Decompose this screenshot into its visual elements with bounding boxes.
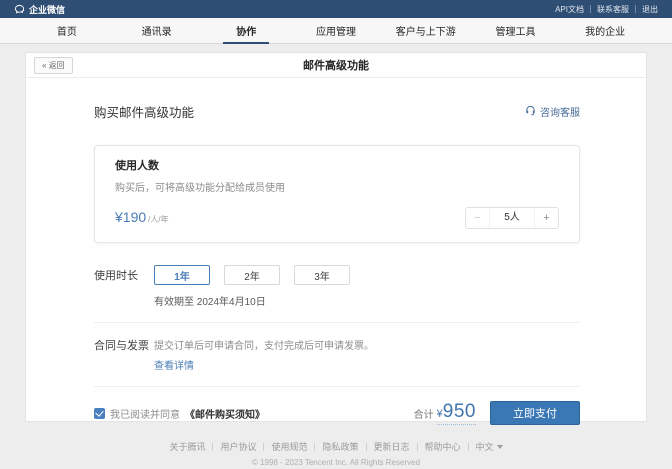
- contract-label: 合同与发票: [94, 337, 154, 353]
- total-value: 950: [443, 401, 476, 423]
- checkout-total-area: 合计 ¥ 950 立即支付: [414, 401, 580, 425]
- consult-support-link[interactable]: 咨询客服: [525, 104, 580, 119]
- nav-tab-contacts[interactable]: 通讯录: [112, 18, 202, 43]
- footer-link-usage-rules[interactable]: 使用规范: [271, 440, 307, 453]
- product-title: 使用人数: [115, 157, 559, 173]
- back-button[interactable]: « 返回: [34, 57, 73, 74]
- product-desc: 购买后，可将高级功能分配给成员使用: [115, 179, 559, 194]
- content-card: « 返回 邮件高级功能 购买邮件高级功能 咨询客服 使用人数 购买后，可将高级功: [25, 52, 647, 422]
- nav-tab-apps[interactable]: 应用管理: [291, 18, 381, 43]
- card-header: « 返回 邮件高级功能: [26, 53, 646, 78]
- stepper-plus-button[interactable]: +: [534, 208, 558, 228]
- agreement-checkbox[interactable]: [94, 408, 105, 419]
- contract-info: 提交订单后可申请合同，支付完成后可申请发票。 查看详情: [154, 337, 374, 372]
- total-amount: ¥ 950: [437, 401, 476, 425]
- divider: [635, 5, 636, 13]
- footer-links: 关于腾讯 用户协议 使用规范 隐私政策 更新日志 帮助中心 中文: [0, 440, 672, 453]
- checkout-row: 我已阅读并同意 《邮件购买须知》 合计 ¥ 950 立即支付: [94, 401, 580, 425]
- agreement-row: 我已阅读并同意 《邮件购买须知》: [94, 406, 265, 421]
- logout-link[interactable]: 退出: [642, 4, 658, 15]
- divider: [314, 443, 315, 451]
- consult-label: 咨询客服: [540, 104, 580, 119]
- view-details-link[interactable]: 查看详情: [154, 357, 374, 372]
- price-unit: /人/年: [148, 215, 168, 224]
- divider: [468, 443, 469, 451]
- card-body: 购买邮件高级功能 咨询客服 使用人数 购买后，可将高级功能分配给成员使用: [26, 102, 646, 425]
- copyright: © 1998 - 2023 Tencent Inc. All Rights Re…: [0, 458, 672, 467]
- price-amount: ¥190: [115, 209, 146, 225]
- price: ¥190/人/年: [115, 209, 169, 227]
- topbar: 企业微信 API文档 联系客服 退出: [0, 0, 672, 18]
- footer-link-privacy[interactable]: 隐私政策: [322, 440, 358, 453]
- language-selector[interactable]: 中文: [476, 440, 503, 453]
- contract-desc: 提交订单后可申请合同，支付完成后可申请发票。: [154, 337, 374, 352]
- page-title: 邮件高级功能: [303, 57, 369, 73]
- wework-bubble-icon: [14, 4, 25, 15]
- seat-stepper: − 5人 +: [465, 207, 559, 229]
- divider: [417, 443, 418, 451]
- section-divider: [94, 386, 580, 387]
- brand-logo[interactable]: 企业微信: [14, 3, 65, 16]
- duration-option-2years[interactable]: 2年: [224, 265, 280, 285]
- purchase-heading: 购买邮件高级功能: [94, 102, 194, 121]
- price-row: ¥190/人/年 − 5人 +: [115, 207, 559, 229]
- nav-tab-customers[interactable]: 客户与上下游: [381, 18, 471, 43]
- language-label: 中文: [476, 440, 494, 453]
- duration-label: 使用时长: [94, 267, 154, 283]
- nav-tab-admin-tools[interactable]: 管理工具: [471, 18, 561, 43]
- footer-link-help-center[interactable]: 帮助中心: [425, 440, 461, 453]
- total-label: 合计: [414, 406, 434, 421]
- purchase-notice-link[interactable]: 《邮件购买须知》: [185, 406, 265, 421]
- nav-tab-collaboration[interactable]: 协作: [201, 18, 291, 43]
- brand-name: 企业微信: [29, 3, 65, 16]
- nav-tab-my-company[interactable]: 我的企业: [560, 18, 650, 43]
- duration-option-1year[interactable]: 1年: [154, 265, 210, 285]
- topbar-links: API文档 联系客服 退出: [555, 4, 658, 15]
- heading-row: 购买邮件高级功能 咨询客服: [94, 102, 580, 121]
- api-docs-link[interactable]: API文档: [555, 4, 584, 15]
- stepper-value[interactable]: 5人: [490, 208, 534, 228]
- divider: [263, 443, 264, 451]
- duration-option-3years[interactable]: 3年: [294, 265, 350, 285]
- footer-link-user-agreement[interactable]: 用户协议: [220, 440, 256, 453]
- headset-icon: [525, 105, 536, 119]
- nav-tab-home[interactable]: 首页: [22, 18, 112, 43]
- pay-now-button[interactable]: 立即支付: [490, 401, 580, 425]
- product-box: 使用人数 购买后，可将高级功能分配给成员使用 ¥190/人/年 − 5人 +: [94, 145, 580, 243]
- contract-row: 合同与发票 提交订单后可申请合同，支付完成后可申请发票。 查看详情: [94, 337, 580, 372]
- footer-link-about[interactable]: 关于腾讯: [169, 440, 205, 453]
- footer: 关于腾讯 用户协议 使用规范 隐私政策 更新日志 帮助中心 中文 © 1998 …: [0, 440, 672, 467]
- contact-support-link[interactable]: 联系客服: [597, 4, 629, 15]
- divider: [590, 5, 591, 13]
- caret-down-icon: [497, 445, 503, 449]
- main-nav: 首页 通讯录 协作 应用管理 客户与上下游 管理工具 我的企业: [0, 18, 672, 44]
- footer-link-changelog[interactable]: 更新日志: [374, 440, 410, 453]
- stepper-minus-button[interactable]: −: [466, 208, 490, 228]
- divider: [366, 443, 367, 451]
- section-divider: [94, 322, 580, 323]
- duration-row: 使用时长 1年 2年 3年: [94, 265, 580, 285]
- agreement-text: 我已阅读并同意: [110, 406, 180, 421]
- validity-note: 有效期至 2024年4月10日: [154, 293, 580, 308]
- divider: [212, 443, 213, 451]
